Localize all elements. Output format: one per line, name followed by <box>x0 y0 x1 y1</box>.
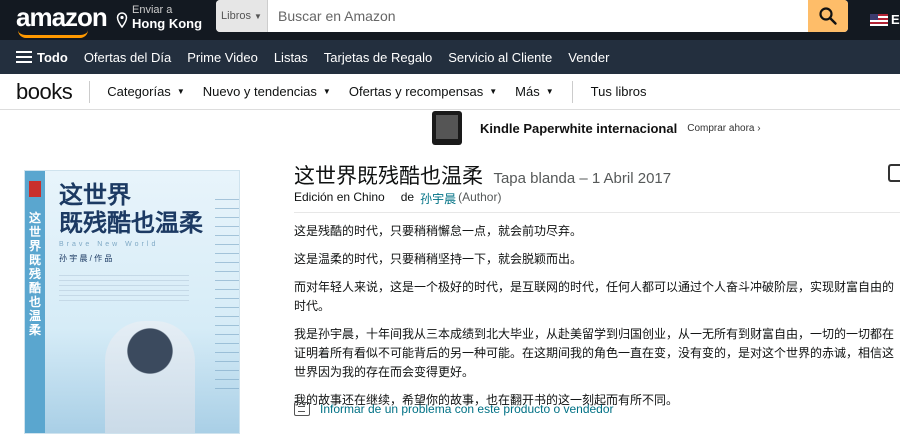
nav-all-menu[interactable]: Todo <box>16 50 68 65</box>
hamburger-menu-icon <box>16 51 32 63</box>
cover-title: 这世界 既残酷也温柔 <box>59 181 203 237</box>
cover-spine-title: 这世界既残酷也温柔 <box>29 211 42 337</box>
description-paragraph: 这是残酷的时代，只要稍稍懈怠一点，就会前功尽弃。 <box>294 224 583 238</box>
subnav-nuevo[interactable]: Nuevo y tendencias ▼ <box>203 84 331 99</box>
nav-link-servicio[interactable]: Servicio al Cliente <box>448 50 552 65</box>
subnav-categorias[interactable]: Categorías ▼ <box>107 84 185 99</box>
report-problem-label: Informar de un problema con este product… <box>320 402 614 416</box>
author-link[interactable]: 孙宇晨 <box>420 190 456 207</box>
main-nav: Todo Ofertas del Día Prime Video Listas … <box>0 40 900 74</box>
search-category-select[interactable]: Libros ▼ <box>216 0 268 32</box>
cover-portrait <box>105 321 195 433</box>
kindle-banner[interactable]: Kindle Paperwhite internacional Comprar … <box>432 110 761 146</box>
book-cover-image[interactable]: 这世界既残酷也温柔 这世界 既残酷也温柔 Brave New World 孙 宇… <box>24 170 240 434</box>
subnav-mas-label: Más <box>515 84 540 99</box>
cover-title-line1: 这世界 <box>59 181 131 209</box>
language-label: ES <box>891 12 900 27</box>
publisher-logo-icon <box>29 181 41 197</box>
caret-down-icon: ▼ <box>545 87 554 96</box>
description-paragraph: 而对年轻人来说，这是一个极好的时代，是互联网的时代，任何人都可以通过个人奋斗冲破… <box>294 280 895 313</box>
caret-down-icon: ▼ <box>322 87 331 96</box>
subnav-ofertas-label: Ofertas y recompensas <box>348 84 484 99</box>
subnav-nuevo-label: Nuevo y tendencias <box>202 84 317 99</box>
section-divider <box>294 212 900 213</box>
deliver-location: Hong Kong <box>132 16 203 31</box>
product-title: 这世界既残酷也温柔 <box>294 164 483 188</box>
subnav-divider <box>571 80 573 103</box>
subnav-mas[interactable]: Más ▼ <box>515 84 553 99</box>
search-bar: Libros ▼ <box>216 0 848 32</box>
product-byline: Edición en Chino de 孙宇晨 (Author) <box>294 190 501 207</box>
books-store-logo[interactable]: books <box>16 79 73 105</box>
subnav-ofertas[interactable]: Ofertas y recompensas ▼ <box>349 84 497 99</box>
byline-prefix: de <box>400 190 415 204</box>
cover-side-strip <box>215 191 239 391</box>
share-icon[interactable] <box>888 164 900 182</box>
nav-all-label: Todo <box>37 49 68 65</box>
location-pin-icon <box>116 12 128 28</box>
deliver-label: Enviar a <box>132 4 173 16</box>
description-paragraph: 这是温柔的时代，只要稍稍坚持一下，就会脱颖而出。 <box>294 252 583 266</box>
feedback-icon <box>294 402 310 416</box>
kindle-device-icon <box>432 111 462 145</box>
us-flag-icon <box>870 13 888 26</box>
product-edition: Edición en Chino <box>294 190 385 204</box>
nav-link-prime-video[interactable]: Prime Video <box>187 50 258 65</box>
search-category-label: Libros <box>221 10 252 22</box>
amazon-smile-icon <box>18 30 88 38</box>
nav-link-ofertas[interactable]: Ofertas del Día <box>84 50 171 65</box>
caret-down-icon: ▼ <box>176 87 185 96</box>
search-button[interactable] <box>808 0 848 32</box>
cover-title-line2: 既残酷也温柔 <box>59 209 203 237</box>
description-paragraph: 我是孙宇晨，十年间我从三本成绩到北大毕业，从赴美留学到归国创业，从一无所有到财富… <box>294 327 895 379</box>
cover-author: 孙 宇 晨 / 作 品 <box>59 254 113 263</box>
nav-link-listas[interactable]: Listas <box>274 50 308 65</box>
banner-title: Kindle Paperwhite internacional <box>480 120 678 136</box>
product-format-date: Tapa blanda – 1 Abril 2017 <box>493 170 672 187</box>
cover-subtitle: Brave New World <box>59 241 159 248</box>
product-description: 这是残酷的时代，只要稍稍懈怠一点，就会前功尽弃。 这是温柔的时代，只要稍稍坚持一… <box>294 222 900 419</box>
report-problem-link[interactable]: Informar de un problema con este product… <box>294 402 614 416</box>
caret-down-icon: ▼ <box>489 87 498 96</box>
search-icon <box>819 7 837 25</box>
nav-link-tarjetas[interactable]: Tarjetas de Regalo <box>324 50 432 65</box>
product-title-row: 这世界既残酷也温柔 Tapa blanda – 1 Abril 2017 <box>294 160 894 190</box>
search-input[interactable] <box>268 0 808 32</box>
caret-down-icon: ▼ <box>254 11 262 21</box>
banner-cta[interactable]: Comprar ahora › <box>687 123 760 134</box>
subnav-categorias-label: Categorías <box>107 84 171 99</box>
top-bar: amazon Enviar a Hong Kong Libros ▼ ES <box>0 0 900 40</box>
amazon-logo[interactable]: amazon <box>16 2 108 33</box>
subnav-divider <box>89 80 91 103</box>
cover-blurb <box>59 275 189 301</box>
author-role: (Author) <box>458 190 502 204</box>
books-subnav: books Categorías ▼ Nuevo y tendencias ▼ Of… <box>0 74 900 110</box>
subnav-tus-libros[interactable]: Tus libros <box>591 84 647 99</box>
language-selector[interactable]: ES <box>870 12 900 27</box>
nav-link-vender[interactable]: Vender <box>568 50 609 65</box>
